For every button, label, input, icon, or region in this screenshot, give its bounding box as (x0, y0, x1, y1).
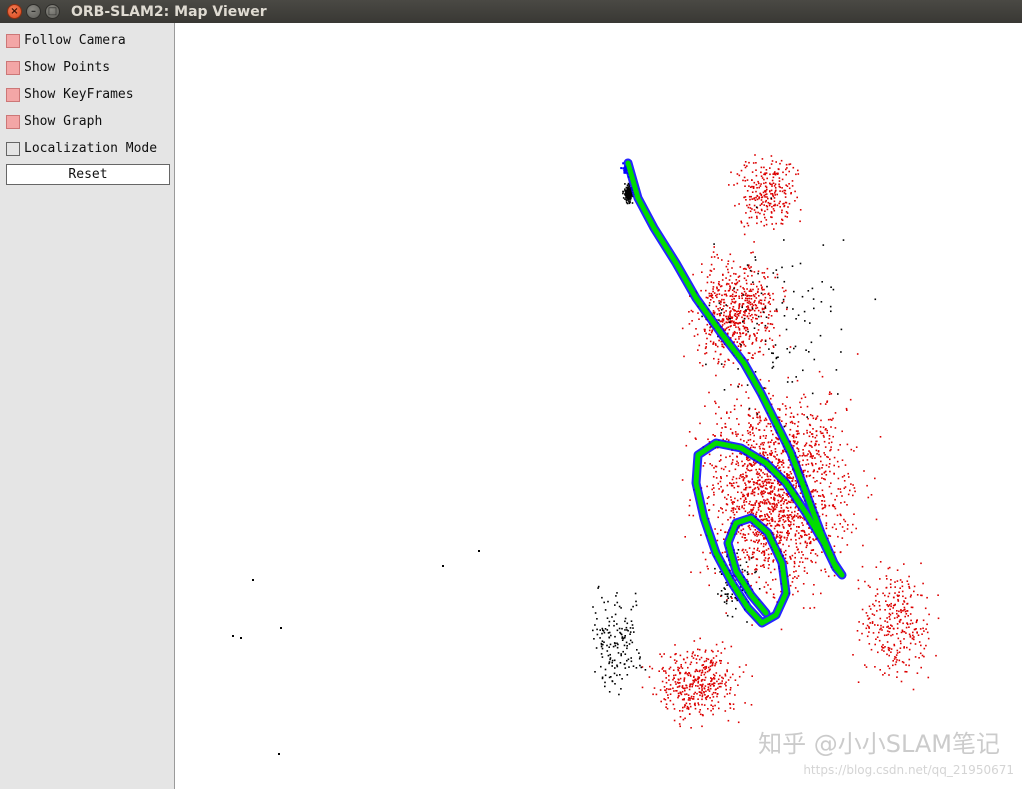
show-keyframes-option[interactable]: Show KeyFrames (6, 86, 134, 103)
localization-mode-checkbox[interactable] (6, 141, 20, 156)
show-keyframes-checkbox[interactable] (6, 87, 20, 102)
control-panel: Follow Camera Show Points Show KeyFrames… (0, 23, 175, 789)
minimize-window-button[interactable]: – (26, 4, 41, 19)
localization-mode-label: Localization Mode (24, 141, 158, 156)
show-graph-label: Show Graph (24, 114, 103, 129)
window-titlebar: × – □ ORB-SLAM2: Map Viewer (0, 0, 1022, 23)
show-keyframes-label: Show KeyFrames (24, 87, 134, 102)
minimize-icon: – (31, 5, 36, 17)
follow-camera-checkbox[interactable] (6, 33, 20, 48)
maximize-icon: □ (47, 5, 58, 17)
close-icon: × (10, 5, 19, 17)
reset-button[interactable]: Reset (6, 164, 170, 185)
map-points-layer (641, 154, 940, 729)
show-points-option[interactable]: Show Points (6, 59, 110, 76)
watermark-url: https://blog.csdn.net/qq_21950671 (803, 763, 1014, 777)
reference-points-layer (232, 182, 877, 755)
show-graph-option[interactable]: Show Graph (6, 113, 102, 130)
show-graph-checkbox[interactable] (6, 114, 20, 129)
localization-mode-option[interactable]: Localization Mode (6, 140, 157, 157)
follow-camera-label: Follow Camera (24, 33, 126, 48)
window-title: ORB-SLAM2: Map Viewer (71, 3, 267, 20)
show-points-label: Show Points (24, 60, 111, 75)
map-3d-view[interactable] (176, 23, 1022, 789)
follow-camera-option[interactable]: Follow Camera (6, 32, 126, 49)
watermark-text: 知乎 @小小SLAM笔记 (758, 730, 1000, 758)
show-points-checkbox[interactable] (6, 60, 20, 75)
maximize-window-button[interactable]: □ (45, 4, 60, 19)
close-window-button[interactable]: × (7, 4, 22, 19)
map-viewer-canvas[interactable]: 知乎 @小小SLAM笔记 https://blog.csdn.net/qq_21… (176, 23, 1022, 789)
